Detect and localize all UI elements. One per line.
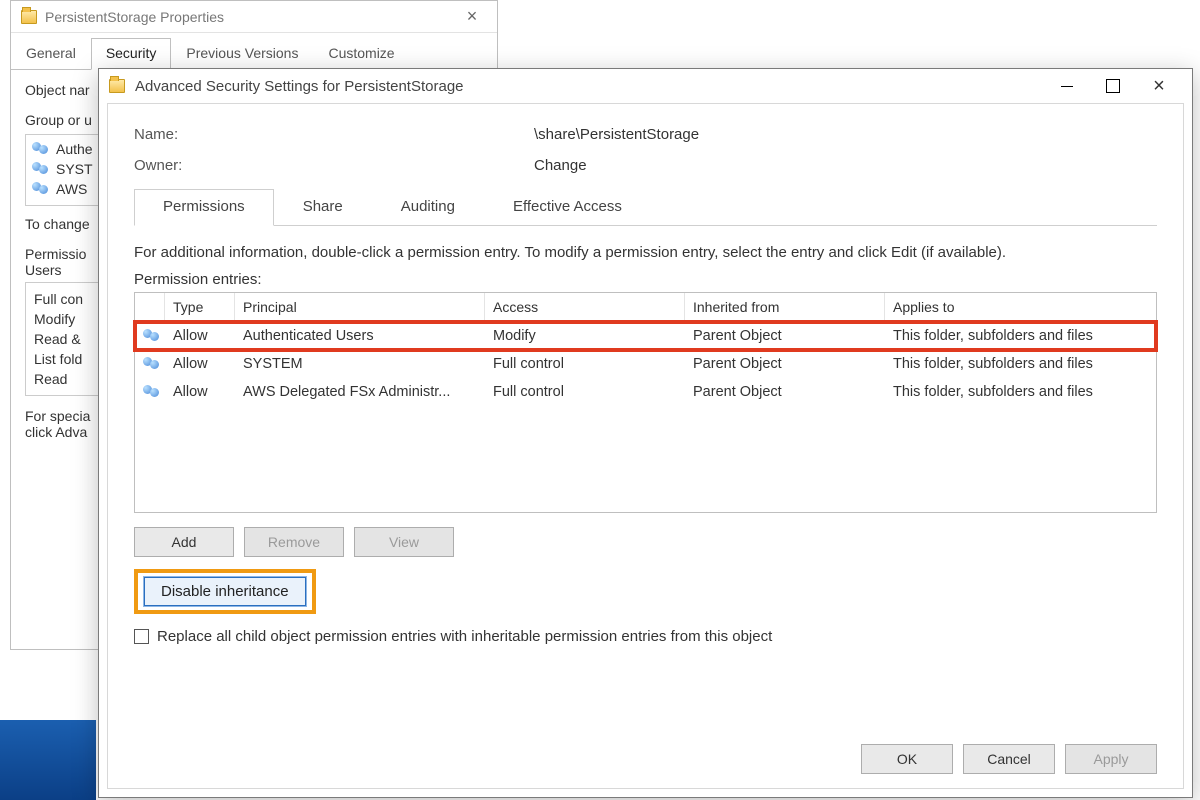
row-inherited: Parent Object xyxy=(685,353,885,375)
group-item[interactable]: Authe xyxy=(56,141,93,157)
remove-button: Remove xyxy=(244,527,344,557)
row-type: Allow xyxy=(165,325,235,347)
tab-general[interactable]: General xyxy=(11,38,91,70)
group-item[interactable]: AWS xyxy=(56,181,87,197)
minimize-button[interactable] xyxy=(1044,71,1090,101)
col-type[interactable]: Type xyxy=(165,293,235,321)
permission-row[interactable]: AllowAWS Delegated FSx Administr...Full … xyxy=(135,378,1156,406)
disable-inheritance-highlight: Disable inheritance xyxy=(134,569,316,614)
replace-checkbox[interactable] xyxy=(134,629,149,644)
advanced-titlebar[interactable]: Advanced Security Settings for Persisten… xyxy=(99,69,1192,103)
row-principal: AWS Delegated FSx Administr... xyxy=(235,381,485,403)
owner-label: Owner: xyxy=(134,157,534,174)
row-type: Allow xyxy=(165,353,235,375)
col-applies[interactable]: Applies to xyxy=(885,293,1156,321)
tab-auditing[interactable]: Auditing xyxy=(372,189,484,226)
row-inherited: Parent Object xyxy=(685,381,885,403)
row-inherited: Parent Object xyxy=(685,325,885,347)
permission-table-header: Type Principal Access Inherited from App… xyxy=(135,293,1156,322)
disable-inheritance-button[interactable]: Disable inheritance xyxy=(144,577,306,606)
name-value: \share\PersistentStorage xyxy=(534,126,699,143)
replace-label: Replace all child object permission entr… xyxy=(157,628,772,645)
owner-change-link[interactable]: Change xyxy=(534,157,587,174)
permission-row[interactable]: AllowAuthenticated UsersModifyParent Obj… xyxy=(135,322,1156,350)
row-type: Allow xyxy=(165,381,235,403)
properties-title: PersistentStorage Properties xyxy=(45,9,457,25)
desktop-background-strip xyxy=(0,720,96,800)
advanced-tabs: Permissions Share Auditing Effective Acc… xyxy=(134,188,1157,226)
advanced-security-dialog: Advanced Security Settings for Persisten… xyxy=(98,68,1193,798)
tab-effective-access[interactable]: Effective Access xyxy=(484,189,651,226)
folder-icon xyxy=(109,79,125,93)
row-principal: SYSTEM xyxy=(235,353,485,375)
col-principal[interactable]: Principal xyxy=(235,293,485,321)
close-button[interactable]: × xyxy=(1136,71,1182,101)
col-inherited[interactable]: Inherited from xyxy=(685,293,885,321)
group-item[interactable]: SYST xyxy=(56,161,93,177)
users-icon xyxy=(32,182,50,196)
row-access: Modify xyxy=(485,325,685,347)
add-button[interactable]: Add xyxy=(134,527,234,557)
apply-button: Apply xyxy=(1065,744,1157,774)
users-icon xyxy=(32,162,50,176)
properties-titlebar[interactable]: PersistentStorage Properties × xyxy=(11,1,497,33)
tab-previous-versions[interactable]: Previous Versions xyxy=(171,38,313,70)
tab-customize[interactable]: Customize xyxy=(313,38,409,70)
name-label: Name: xyxy=(134,126,534,143)
permission-row[interactable]: AllowSYSTEMFull controlParent ObjectThis… xyxy=(135,350,1156,378)
row-applies: This folder, subfolders and files xyxy=(885,325,1156,347)
tab-permissions[interactable]: Permissions xyxy=(134,189,274,226)
cancel-button[interactable]: Cancel xyxy=(963,744,1055,774)
users-icon xyxy=(143,385,157,399)
users-icon xyxy=(143,329,157,343)
users-icon xyxy=(143,357,157,371)
col-access[interactable]: Access xyxy=(485,293,685,321)
tab-share[interactable]: Share xyxy=(274,189,372,226)
row-principal: Authenticated Users xyxy=(235,325,485,347)
row-applies: This folder, subfolders and files xyxy=(885,381,1156,403)
close-icon[interactable]: × xyxy=(457,6,487,27)
permissions-for-label: Permissio xyxy=(25,246,86,262)
entries-label: Permission entries: xyxy=(134,271,1157,288)
maximize-button[interactable] xyxy=(1090,71,1136,101)
permission-table: Type Principal Access Inherited from App… xyxy=(134,292,1157,513)
view-button: View xyxy=(354,527,454,557)
hint-text: For additional information, double-click… xyxy=(134,244,1157,261)
row-access: Full control xyxy=(485,353,685,375)
tab-security[interactable]: Security xyxy=(91,38,172,70)
row-applies: This folder, subfolders and files xyxy=(885,353,1156,375)
folder-icon xyxy=(21,10,37,24)
users-icon xyxy=(32,142,50,156)
properties-tabs: General Security Previous Versions Custo… xyxy=(11,37,497,70)
row-access: Full control xyxy=(485,381,685,403)
advanced-title: Advanced Security Settings for Persisten… xyxy=(135,78,1044,95)
ok-button[interactable]: OK xyxy=(861,744,953,774)
